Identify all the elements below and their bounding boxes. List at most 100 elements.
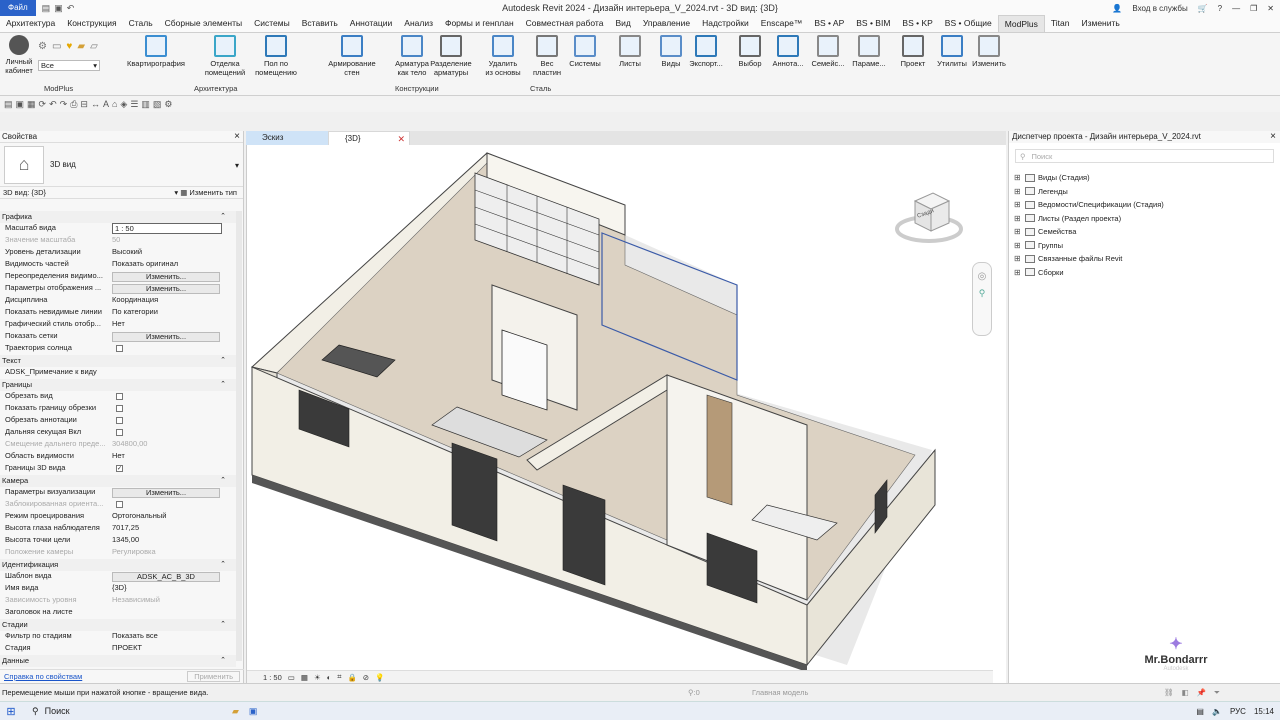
windows-start-icon[interactable]: ⊞ bbox=[0, 705, 22, 718]
ribbon-tab[interactable]: ModPlus bbox=[997, 15, 1045, 32]
measure-icon[interactable]: ⊟ bbox=[80, 99, 88, 110]
ribbon-button[interactable]: Квартирография bbox=[127, 35, 185, 68]
volume-icon[interactable]: 🔈 bbox=[1212, 707, 1222, 716]
property-value[interactable]: 1345,00 bbox=[110, 535, 236, 547]
3d-view-canvas[interactable]: Сзади bbox=[247, 145, 993, 672]
save-icon[interactable]: ▣ bbox=[54, 3, 63, 14]
browser-tree-item[interactable]: ⊞ Сборки bbox=[1009, 266, 1280, 280]
property-value[interactable]: Координация bbox=[110, 295, 236, 307]
ribbon-button[interactable]: Отделка помещений bbox=[196, 35, 254, 77]
close-icon[interactable]: × bbox=[1270, 131, 1276, 143]
property-value[interactable]: Показать все bbox=[110, 631, 236, 643]
expand-icon[interactable]: ⊞ bbox=[1014, 173, 1022, 182]
property-value[interactable]: ✓ bbox=[110, 463, 236, 475]
lock-icon[interactable]: 🔒 bbox=[347, 673, 356, 682]
taskbar-search[interactable]: ⚲ Поиск bbox=[22, 706, 142, 717]
ribbon-tab[interactable]: Аннотации bbox=[344, 15, 399, 32]
active-model[interactable]: Главная модель bbox=[752, 688, 808, 697]
ribbon-tab[interactable]: BS • Общие bbox=[939, 15, 998, 32]
ribbon-button[interactable]: Армирование стен bbox=[323, 35, 381, 77]
type-selector[interactable]: ⌂ 3D вид ▾ bbox=[0, 143, 243, 187]
instance-selector[interactable]: 3D вид: {3D} ▾ ▦ Изменить тип bbox=[0, 187, 243, 199]
ribbon-tab[interactable]: Архитектура bbox=[0, 15, 61, 32]
expand-icon[interactable]: ⊞ bbox=[1014, 214, 1022, 223]
property-value[interactable] bbox=[110, 391, 236, 403]
text-icon[interactable]: A bbox=[103, 99, 109, 109]
property-value[interactable] bbox=[110, 403, 236, 415]
apply-button[interactable]: Применить bbox=[187, 671, 240, 682]
steering-wheel-icon[interactable]: ◎ bbox=[973, 271, 991, 282]
browser-tree-item[interactable]: ⊞ Ведомости/Спецификации (Стадия) bbox=[1009, 198, 1280, 212]
ribbon-tab[interactable]: Сталь bbox=[123, 15, 159, 32]
save-icon[interactable]: ▦ bbox=[27, 99, 36, 110]
ribbon-button[interactable]: Проект bbox=[891, 35, 935, 68]
property-checkbox[interactable] bbox=[116, 405, 123, 412]
property-value[interactable] bbox=[110, 367, 236, 379]
edit-type-button[interactable]: ▾ ▦ Изменить тип bbox=[174, 188, 237, 197]
property-checkbox[interactable] bbox=[116, 429, 123, 436]
thin-lines-icon[interactable]: ☰ bbox=[130, 99, 138, 110]
filter-links-icon[interactable]: ⛓ bbox=[1164, 688, 1174, 698]
property-value[interactable] bbox=[110, 607, 236, 619]
tab-sketch[interactable]: Эскиз bbox=[246, 131, 328, 145]
view-3d-icon[interactable]: ⌂ bbox=[112, 99, 117, 109]
ribbon-tab[interactable]: Анализ bbox=[398, 15, 439, 32]
expand-icon[interactable]: ⊞ bbox=[1014, 268, 1022, 277]
browser-tree-item[interactable]: ⊞ Связанные файлы Revit bbox=[1009, 252, 1280, 266]
user-icon[interactable]: 👤 bbox=[1112, 4, 1122, 13]
network-icon[interactable]: ▤ bbox=[1196, 707, 1204, 716]
property-value[interactable] bbox=[110, 415, 236, 427]
minimize-icon[interactable]: — bbox=[1232, 4, 1240, 13]
property-group-header[interactable]: Камера ⌃ bbox=[0, 475, 236, 487]
close-icon[interactable]: ✕ bbox=[397, 132, 405, 146]
ribbon-button[interactable]: Удалить из основы bbox=[474, 35, 532, 77]
undo-icon[interactable]: ↶ bbox=[67, 3, 75, 14]
property-value[interactable]: ADSK_AC_B_3D bbox=[110, 571, 236, 583]
ribbon-button[interactable]: Семейс... bbox=[806, 35, 850, 68]
property-value[interactable]: Ортогональный bbox=[110, 511, 236, 523]
sync-icon[interactable]: ⟳ bbox=[39, 99, 47, 110]
shadows-icon[interactable]: ◐ bbox=[327, 673, 332, 682]
switch-windows-icon[interactable]: ▧ bbox=[153, 99, 162, 110]
undo-icon[interactable]: ↶ bbox=[49, 99, 57, 110]
property-edit-button[interactable]: Изменить... bbox=[112, 488, 220, 498]
ribbon-button[interactable]: Пол по помещению bbox=[247, 35, 305, 77]
property-group-header[interactable]: Графика ⌃ bbox=[0, 211, 236, 223]
property-value[interactable]: Изменить... bbox=[110, 283, 236, 295]
navigation-bar[interactable]: ◎ ⚲ bbox=[972, 262, 992, 336]
filter-icon[interactable]: ⏷ bbox=[1214, 688, 1220, 698]
property-value[interactable]: По категории bbox=[110, 307, 236, 319]
ribbon-tab[interactable]: Изменить bbox=[1075, 15, 1125, 32]
browser-search-input[interactable]: ⚲ Поиск bbox=[1015, 149, 1274, 163]
ribbon-button[interactable]: Разделение арматуры bbox=[422, 35, 480, 77]
property-checkbox[interactable] bbox=[116, 345, 123, 352]
expand-icon[interactable]: ⊞ bbox=[1014, 187, 1022, 196]
filter-pinned-icon[interactable]: 📌 bbox=[1197, 688, 1206, 698]
ribbon-tab[interactable]: Конструкция bbox=[61, 15, 122, 32]
ribbon-tab[interactable]: Совместная работа bbox=[520, 15, 610, 32]
property-edit-button[interactable]: ADSK_AC_B_3D bbox=[112, 572, 220, 582]
ribbon-tab[interactable]: Системы bbox=[248, 15, 296, 32]
folder-icon[interactable]: ▣ bbox=[16, 99, 25, 110]
settings-icon[interactable]: ⚙ bbox=[164, 99, 172, 110]
expand-icon[interactable]: ⊞ bbox=[1014, 241, 1022, 250]
personal-cabinet-button[interactable]: Личный кабинет bbox=[3, 35, 35, 75]
temp-hide-icon[interactable]: ⊘ bbox=[363, 673, 369, 682]
ribbon-tab[interactable]: Формы и генплан bbox=[439, 15, 520, 32]
property-edit-button[interactable]: Изменить... bbox=[112, 272, 220, 282]
expand-icon[interactable]: ⊞ bbox=[1014, 227, 1022, 236]
gear-icon[interactable]: ⚙ bbox=[38, 41, 47, 52]
property-value[interactable]: 7017,25 bbox=[110, 523, 236, 535]
property-checkbox[interactable] bbox=[116, 417, 123, 424]
ribbon-tab[interactable]: Управление bbox=[637, 15, 696, 32]
property-value[interactable]: Изменить... bbox=[110, 331, 236, 343]
property-value[interactable]: {3D} bbox=[110, 583, 236, 595]
browser-tree-item[interactable]: ⊞ Листы (Раздел проекта) bbox=[1009, 212, 1280, 226]
folder-icon[interactable]: ▰ bbox=[77, 41, 85, 52]
property-group-header[interactable]: Идентификация ⌃ bbox=[0, 559, 236, 571]
property-value[interactable]: Высокий bbox=[110, 247, 236, 259]
ribbon-button[interactable]: Аннота... bbox=[766, 35, 810, 68]
maximize-icon[interactable]: ❐ bbox=[1250, 4, 1257, 13]
ribbon-button[interactable]: Экспорт... bbox=[684, 35, 728, 68]
property-value[interactable]: 304800,00 bbox=[110, 439, 236, 451]
